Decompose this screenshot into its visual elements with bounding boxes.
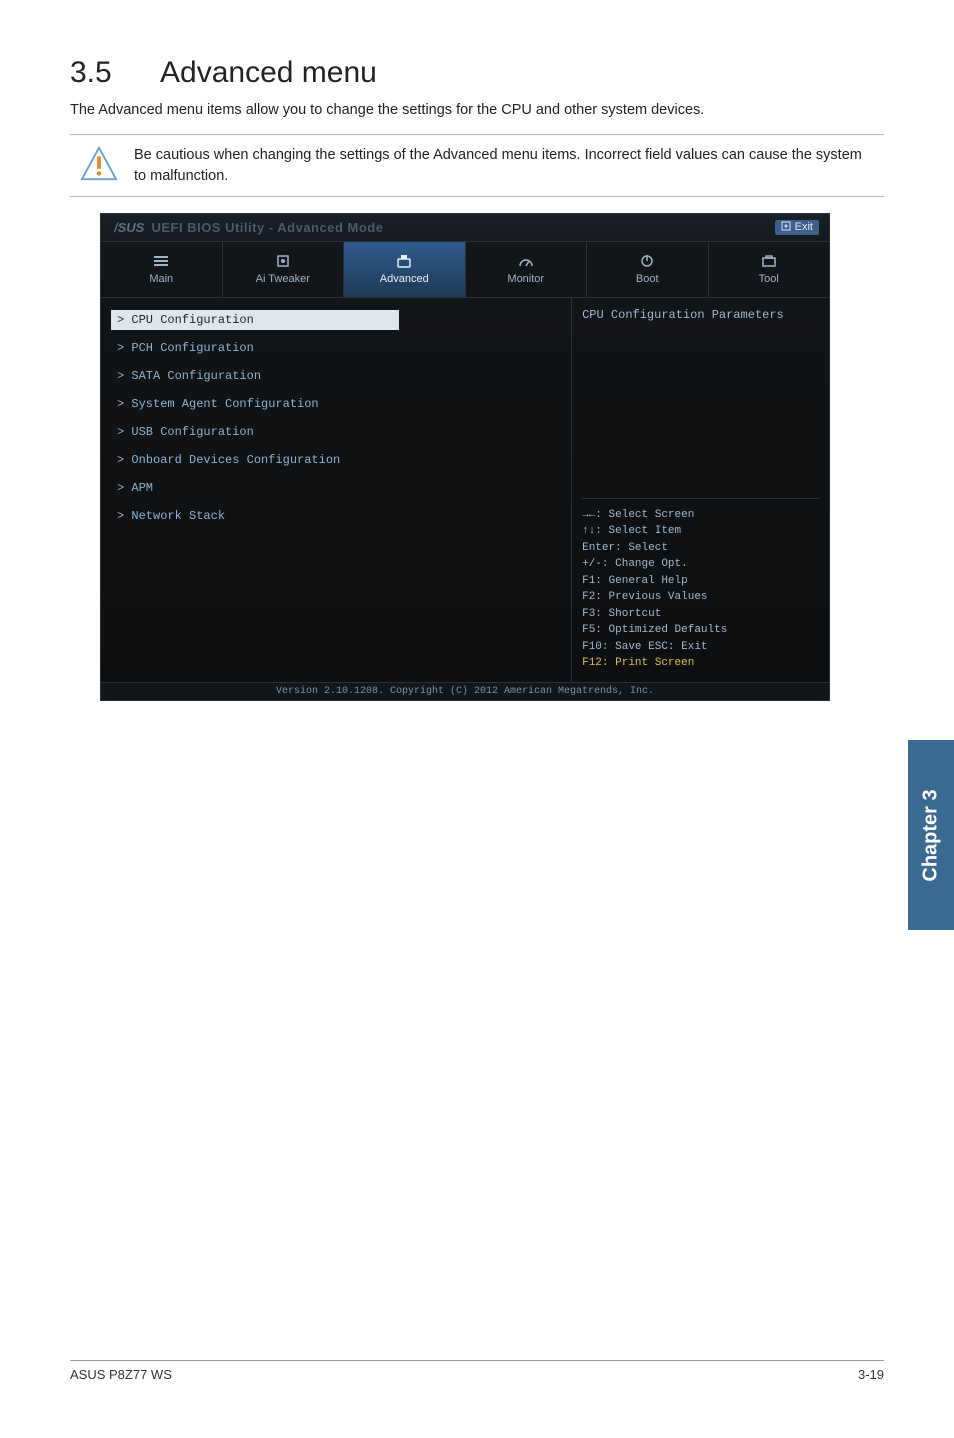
help-line: F2: Previous Values (582, 589, 819, 606)
list-icon (152, 253, 170, 269)
help-line: F12: Print Screen (582, 655, 819, 672)
bios-header: /SUS UEFI BIOS Utility - Advanced Mode E… (101, 214, 829, 242)
info-title: CPU Configuration Parameters (582, 308, 819, 322)
bios-info-panel: CPU Configuration Parameters →←: Select … (571, 298, 829, 682)
help-line: ↑↓: Select Item (582, 523, 819, 540)
help-line: F5: Optimized Defaults (582, 622, 819, 639)
bios-menu-panel: > CPU Configuration > PCH Configuration > … (101, 298, 571, 682)
caution-icon (80, 145, 118, 183)
chapter-side-tab: Chapter 3 (908, 740, 954, 930)
menu-item-network-stack[interactable]: > Network Stack (111, 506, 561, 526)
exit-button[interactable]: Exit (775, 220, 819, 235)
bios-brand: /SUS (111, 219, 147, 236)
bios-screenshot: /SUS UEFI BIOS Utility - Advanced Mode E… (100, 213, 830, 701)
tools-icon (395, 253, 413, 269)
footer-right: 3-19 (858, 1367, 884, 1382)
menu-item-usb-configuration[interactable]: > USB Configuration (111, 422, 561, 442)
bios-title: /SUS UEFI BIOS Utility - Advanced Mode (111, 220, 383, 235)
chapter-tab-label: Chapter 3 (920, 789, 943, 881)
help-line: F1: General Help (582, 573, 819, 590)
caution-note: Be cautious when changing the settings o… (70, 134, 884, 197)
caution-text: Be cautious when changing the settings o… (134, 145, 884, 186)
tab-label: Main (149, 273, 173, 285)
tab-advanced[interactable]: Advanced (344, 242, 466, 297)
tab-ai-tweaker[interactable]: Ai Tweaker (223, 242, 345, 297)
power-icon (638, 253, 656, 269)
menu-item-system-agent-configuration[interactable]: > System Agent Configuration (111, 394, 561, 414)
section-heading: 3.5Advanced menu (70, 56, 884, 90)
tab-label: Tool (759, 273, 779, 285)
menu-item-apm[interactable]: > APM (111, 478, 561, 498)
briefcase-icon (760, 253, 778, 269)
menu-item-pch-configuration[interactable]: > PCH Configuration (111, 338, 561, 358)
intro-paragraph: The Advanced menu items allow you to cha… (70, 100, 884, 120)
bios-header-text: UEFI BIOS Utility - Advanced Mode (151, 220, 383, 235)
tab-label: Monitor (507, 273, 544, 285)
exit-icon (781, 221, 791, 234)
menu-item-cpu-configuration[interactable]: > CPU Configuration (111, 310, 399, 330)
help-line: F3: Shortcut (582, 606, 819, 623)
menu-item-onboard-devices-configuration[interactable]: > Onboard Devices Configuration (111, 450, 561, 470)
tab-monitor[interactable]: Monitor (466, 242, 588, 297)
section-number: 3.5 (70, 56, 160, 90)
gauge-icon (517, 253, 535, 269)
section-title-text: Advanced menu (160, 56, 377, 89)
help-line: Enter: Select (582, 540, 819, 557)
tab-tool[interactable]: Tool (709, 242, 830, 297)
menu-item-sata-configuration[interactable]: > SATA Configuration (111, 366, 561, 386)
tab-label: Advanced (380, 273, 429, 285)
page-footer: ASUS P8Z77 WS 3-19 (70, 1360, 884, 1382)
tab-label: Boot (636, 273, 659, 285)
footer-left: ASUS P8Z77 WS (70, 1367, 172, 1382)
bios-help: →←: Select Screen↑↓: Select ItemEnter: S… (582, 498, 819, 672)
tab-boot[interactable]: Boot (587, 242, 709, 297)
chip-icon (274, 253, 292, 269)
exit-label: Exit (795, 221, 813, 233)
help-line: →←: Select Screen (582, 507, 819, 524)
bios-footer: Version 2.10.1208. Copyright (C) 2012 Am… (101, 682, 829, 700)
tab-main[interactable]: Main (101, 242, 223, 297)
tab-label: Ai Tweaker (256, 273, 310, 285)
help-line: F10: Save ESC: Exit (582, 639, 819, 656)
bios-tabs: Main Ai Tweaker Advanced Monitor Boot Tool (101, 242, 829, 298)
help-line: +/-: Change Opt. (582, 556, 819, 573)
